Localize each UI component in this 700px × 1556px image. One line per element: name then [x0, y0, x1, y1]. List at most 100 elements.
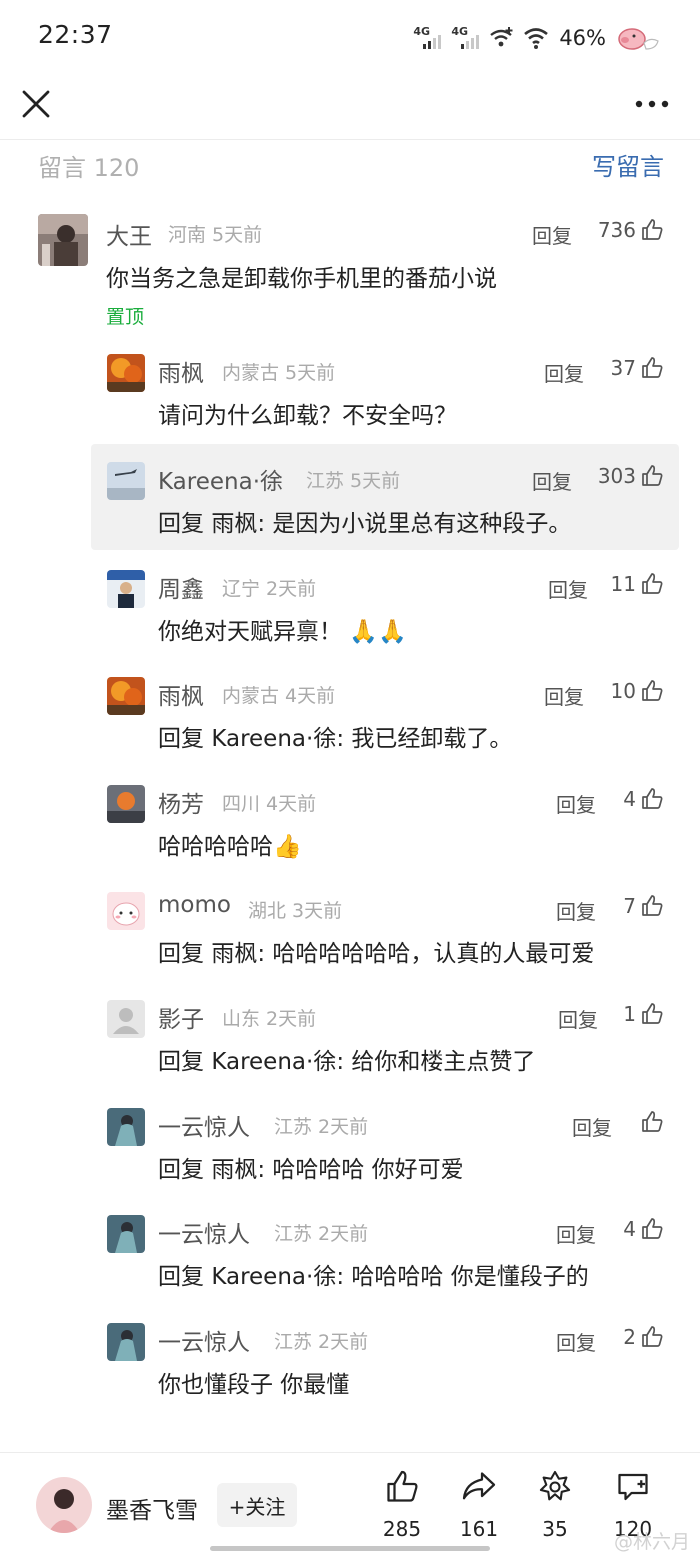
comment-text: 哈哈哈哈哈👍: [158, 827, 302, 861]
like-count: 1: [623, 1002, 636, 1026]
reply-button[interactable]: 回复: [532, 466, 572, 495]
like-count: 10: [610, 679, 636, 703]
close-icon[interactable]: [18, 86, 54, 122]
reply-prefix: 回复: [158, 1264, 204, 1290]
comment-text: 回复 雨枫: 是因为小说里总有这种段子。: [158, 504, 571, 538]
comment-meta: 江苏 2天前: [274, 1116, 369, 1138]
thumbs-up-icon: [642, 1003, 663, 1024]
avatar[interactable]: [107, 1108, 145, 1146]
comment-author[interactable]: Kareena·徐: [158, 462, 283, 496]
reply-target[interactable]: Kareena·徐:: [211, 1049, 344, 1075]
like-button[interactable]: 7: [623, 894, 664, 918]
comment-text: 请问为什么卸载？不安全吗？: [158, 403, 457, 429]
like-button[interactable]: 11: [611, 572, 664, 596]
reply-target[interactable]: 雨枫:: [211, 941, 265, 967]
like-button[interactable]: 1: [623, 1002, 664, 1026]
reply-body: 是因为小说里总有这种段子。: [272, 511, 572, 537]
avatar[interactable]: [107, 1000, 145, 1038]
reply-prefix: 回复: [158, 726, 204, 752]
reply-prefix: 回复: [158, 1157, 204, 1183]
comment-meta: 四川 4天前: [222, 793, 317, 815]
pinned-badge: 置顶: [106, 306, 145, 328]
comment-body: 你绝对天赋异禀！: [158, 619, 342, 645]
share-action[interactable]: 161: [449, 1469, 509, 1549]
reply-target[interactable]: Kareena·徐:: [211, 1264, 344, 1290]
reply-button[interactable]: 回复: [572, 1112, 612, 1141]
avatar[interactable]: [107, 892, 145, 930]
thumbs-up-icon: [642, 1111, 663, 1132]
comment-add-icon: [618, 1473, 648, 1501]
more-dots-icon[interactable]: [634, 94, 670, 114]
like-count: 11: [610, 572, 636, 596]
comment-author[interactable]: 影子: [158, 1000, 204, 1034]
avatar[interactable]: [107, 1323, 145, 1361]
like-button[interactable]: 37: [611, 356, 664, 380]
reply-target[interactable]: 雨枫:: [211, 511, 265, 537]
like-count: 4: [623, 1217, 636, 1241]
avatar[interactable]: [107, 785, 145, 823]
write-comment-button[interactable]: 写留言: [592, 147, 664, 182]
reply-button[interactable]: 回复: [544, 358, 584, 387]
avatar[interactable]: [107, 462, 145, 500]
reply-button[interactable]: 回复: [544, 681, 584, 710]
reply-button[interactable]: 回复: [548, 574, 588, 603]
reply-body: 哈哈哈哈 你好可爱: [272, 1157, 464, 1183]
status-icons: 4G 4G 46%: [413, 22, 660, 54]
avatar[interactable]: [107, 354, 145, 392]
reply-button[interactable]: 回复: [556, 1327, 596, 1356]
like-button[interactable]: [636, 1110, 664, 1134]
avatar[interactable]: [38, 214, 88, 266]
share-count: 161: [459, 1517, 499, 1541]
like-button[interactable]: 736: [598, 218, 664, 242]
star-count: 35: [542, 1517, 568, 1541]
follow-button[interactable]: +关注: [217, 1483, 297, 1527]
wifi-icon: [524, 28, 549, 49]
comment-author[interactable]: 一云惊人: [158, 1215, 250, 1249]
home-indicator[interactable]: [210, 1546, 490, 1551]
comment-author[interactable]: 一云惊人: [158, 1323, 250, 1357]
author-name[interactable]: 墨香飞雪: [106, 1491, 198, 1525]
comment-author[interactable]: 雨枫: [158, 677, 204, 711]
comment-author[interactable]: 雨枫: [158, 354, 204, 388]
share-arrow-icon: [462, 1472, 496, 1500]
reply-button[interactable]: 回复: [558, 1004, 598, 1033]
comment-author[interactable]: 周鑫: [158, 570, 204, 604]
thumbs-up-icon: [642, 219, 663, 240]
reply-button[interactable]: 回复: [532, 220, 572, 249]
thumbs-up-icon: [387, 1470, 418, 1502]
comment-meta: 内蒙古 5天前: [222, 362, 336, 384]
thumbs-up-icon: [642, 788, 663, 809]
avatar[interactable]: [107, 570, 145, 608]
avatar[interactable]: [107, 1215, 145, 1253]
comment-author[interactable]: 大王: [106, 217, 152, 251]
thumbs-up-icon: [642, 1218, 663, 1239]
like-button[interactable]: 4: [623, 1217, 664, 1241]
reply-button[interactable]: 回复: [556, 896, 596, 925]
comment-meta: 江苏 2天前: [274, 1331, 369, 1353]
comment-author[interactable]: 一云惊人: [158, 1108, 250, 1142]
comment-text: 回复 Kareena·徐: 哈哈哈哈 你是懂段子的: [158, 1257, 589, 1291]
like-button[interactable]: 10: [611, 679, 664, 703]
battery-percent: 46%: [559, 26, 606, 50]
star-action[interactable]: 35: [525, 1469, 585, 1549]
reply-body: 给你和楼主点赞了: [351, 1049, 536, 1075]
thumbs-up-icon: [642, 573, 663, 594]
status-bar: 22:37 4G 4G 46%: [0, 0, 700, 76]
reply-button[interactable]: 回复: [556, 789, 596, 818]
nav-bar: [0, 76, 700, 140]
reply-target[interactable]: Kareena·徐:: [211, 726, 344, 752]
thumbs-up-icon: [642, 1326, 663, 1347]
reply-prefix: 回复: [158, 941, 204, 967]
like-button[interactable]: 2: [623, 1325, 664, 1349]
reply-target[interactable]: 雨枫:: [211, 1157, 265, 1183]
comment-author[interactable]: momo: [158, 892, 231, 918]
avatar[interactable]: [107, 677, 145, 715]
comment-meta: 辽宁 2天前: [222, 578, 317, 600]
thumbs-up-icon: [642, 680, 663, 701]
comment-author[interactable]: 杨芳: [158, 785, 204, 819]
like-button[interactable]: 303: [598, 464, 664, 488]
like-button[interactable]: 4: [623, 787, 664, 811]
author-avatar[interactable]: [36, 1477, 92, 1533]
like-action[interactable]: 285: [372, 1469, 432, 1549]
reply-button[interactable]: 回复: [556, 1219, 596, 1248]
